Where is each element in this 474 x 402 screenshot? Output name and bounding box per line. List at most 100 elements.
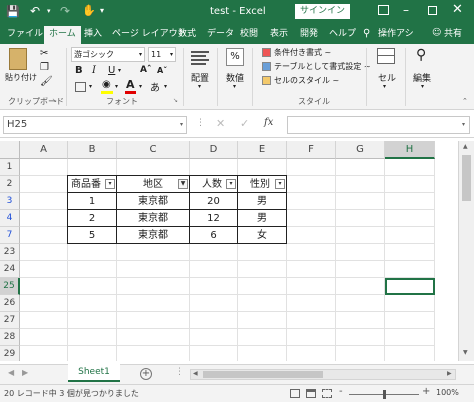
cell[interactable]: [238, 295, 287, 312]
cell[interactable]: [20, 261, 68, 278]
cell[interactable]: [117, 329, 190, 346]
column-header-c[interactable]: C: [117, 141, 190, 159]
font-name-select[interactable]: 游ゴシック ▾: [71, 47, 145, 62]
zoom-slider-thumb[interactable]: [383, 390, 386, 399]
bold-button[interactable]: B: [75, 65, 83, 76]
cell[interactable]: [117, 244, 190, 261]
cell[interactable]: [238, 278, 287, 295]
add-sheet-button[interactable]: +: [140, 368, 152, 380]
filter-dropdown-icon[interactable]: ▾: [105, 179, 115, 189]
cell[interactable]: [20, 193, 68, 210]
cell[interactable]: [238, 312, 287, 329]
percent-icon[interactable]: %: [226, 48, 244, 66]
zoom-level[interactable]: 100%: [436, 388, 459, 397]
tab-file[interactable]: ファイル: [5, 27, 45, 41]
cell[interactable]: [385, 227, 435, 244]
filter-dropdown-icon[interactable]: ▾: [275, 179, 285, 189]
format-painter-icon[interactable]: 🖌: [40, 76, 53, 87]
cell[interactable]: [385, 295, 435, 312]
column-header-f[interactable]: F: [287, 141, 336, 159]
cell[interactable]: [385, 312, 435, 329]
cell[interactable]: [336, 261, 385, 278]
column-header-h[interactable]: H: [385, 141, 435, 159]
font-size-select[interactable]: 11 ▾: [148, 47, 176, 62]
tab-view[interactable]: 表示: [268, 27, 290, 41]
row-header-7[interactable]: 7: [0, 227, 20, 244]
cell[interactable]: [20, 159, 68, 176]
scroll-down-icon[interactable]: ▼: [463, 349, 468, 356]
cell[interactable]: 2: [67, 209, 117, 227]
cell[interactable]: 6: [189, 226, 238, 244]
cell[interactable]: 東京都: [116, 192, 190, 210]
cell[interactable]: [68, 244, 117, 261]
scroll-up-icon[interactable]: ▲: [463, 143, 468, 150]
cell[interactable]: [287, 193, 336, 210]
cell[interactable]: [117, 278, 190, 295]
cell[interactable]: [238, 329, 287, 346]
sheet-bar-splitter[interactable]: ⋮: [175, 367, 184, 377]
cell[interactable]: [190, 295, 238, 312]
tab-insert[interactable]: 挿入: [82, 27, 104, 41]
row-header-24[interactable]: 24: [0, 261, 20, 278]
active-cell-h25[interactable]: [385, 278, 435, 295]
cell[interactable]: [20, 227, 68, 244]
page-break-view-icon[interactable]: [322, 389, 332, 398]
cell[interactable]: [190, 261, 238, 278]
cell[interactable]: [20, 244, 68, 261]
cell[interactable]: [287, 159, 336, 176]
cell[interactable]: [287, 227, 336, 244]
conditional-format-button[interactable]: 条件付き書式 ~: [274, 47, 331, 58]
signin-button[interactable]: サインイン: [295, 4, 351, 19]
cell[interactable]: [117, 295, 190, 312]
scroll-right-icon[interactable]: ▶: [447, 370, 452, 377]
column-header-b[interactable]: B: [68, 141, 117, 159]
cell[interactable]: [20, 176, 68, 193]
cell[interactable]: [190, 278, 238, 295]
cell[interactable]: [20, 210, 68, 227]
cell[interactable]: [336, 244, 385, 261]
cell[interactable]: [336, 193, 385, 210]
cell[interactable]: [287, 176, 336, 193]
chevron-down-icon[interactable]: ▾: [89, 83, 92, 90]
touch-mode-icon[interactable]: ✋: [82, 4, 96, 17]
cell[interactable]: [385, 159, 435, 176]
cell[interactable]: [336, 312, 385, 329]
column-header-g[interactable]: G: [336, 141, 385, 159]
cell[interactable]: 20: [189, 192, 238, 210]
zoom-out-button[interactable]: -: [339, 386, 343, 397]
row-header-29[interactable]: 29: [0, 346, 20, 361]
insert-function-button[interactable]: fx: [264, 117, 273, 128]
row-header-1[interactable]: 1: [0, 159, 20, 176]
cell[interactable]: [117, 312, 190, 329]
sheet-tab-sheet1[interactable]: Sheet1: [68, 364, 120, 382]
cell[interactable]: [385, 193, 435, 210]
cell[interactable]: 男: [237, 209, 287, 227]
table-header-cell[interactable]: 性別 ▾: [237, 175, 287, 193]
row-header-4[interactable]: 4: [0, 210, 20, 227]
filter-dropdown-icon[interactable]: ▾: [226, 179, 236, 189]
normal-view-icon[interactable]: [290, 389, 300, 398]
search-icon[interactable]: ⚲: [416, 47, 426, 63]
cell[interactable]: [287, 210, 336, 227]
row-header-25[interactable]: 25: [0, 278, 20, 295]
cell[interactable]: [190, 329, 238, 346]
font-launcher-icon[interactable]: ↘: [173, 97, 178, 104]
copy-icon[interactable]: ❐: [40, 62, 49, 73]
tab-review[interactable]: 校閲: [238, 27, 260, 41]
fill-color-icon[interactable]: ◉: [102, 79, 111, 90]
cell[interactable]: [287, 244, 336, 261]
cell[interactable]: [68, 159, 117, 176]
cell[interactable]: 5: [67, 226, 117, 244]
row-header-3[interactable]: 3: [0, 193, 20, 210]
paste-button[interactable]: 貼り付け: [5, 72, 37, 83]
expand-formula-bar-icon[interactable]: ▾: [462, 121, 465, 128]
cell[interactable]: 1: [67, 192, 117, 210]
table-header-cell[interactable]: 地区 ▼: [116, 175, 190, 193]
table-header-cell[interactable]: 人数 ▾: [189, 175, 238, 193]
row-header-28[interactable]: 28: [0, 329, 20, 346]
filter-active-icon[interactable]: ▼: [178, 179, 188, 189]
cell[interactable]: [68, 295, 117, 312]
cell[interactable]: [385, 176, 435, 193]
cell[interactable]: [190, 346, 238, 361]
cell[interactable]: [117, 346, 190, 361]
